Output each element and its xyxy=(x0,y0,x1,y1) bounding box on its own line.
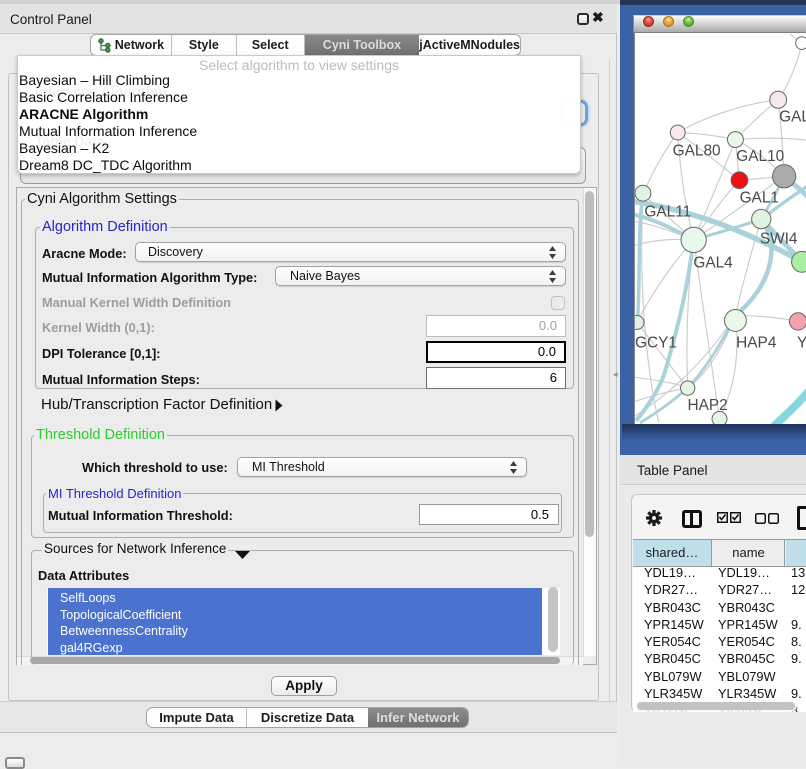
svg-text:GAL80: GAL80 xyxy=(673,142,721,159)
svg-text:GCY1: GCY1 xyxy=(635,334,677,351)
svg-text:GAL10: GAL10 xyxy=(736,148,784,165)
svg-text:Y: Y xyxy=(797,334,806,351)
svg-text:GAL4: GAL4 xyxy=(693,254,733,271)
svg-text:GAL1: GAL1 xyxy=(740,190,779,207)
svg-text:GAL2: GAL2 xyxy=(779,109,806,126)
svg-text:GAL11: GAL11 xyxy=(644,204,691,221)
svg-text:HAP2: HAP2 xyxy=(687,397,727,414)
svg-text:SWI4: SWI4 xyxy=(760,230,798,247)
svg-text:HAP4: HAP4 xyxy=(736,334,777,351)
